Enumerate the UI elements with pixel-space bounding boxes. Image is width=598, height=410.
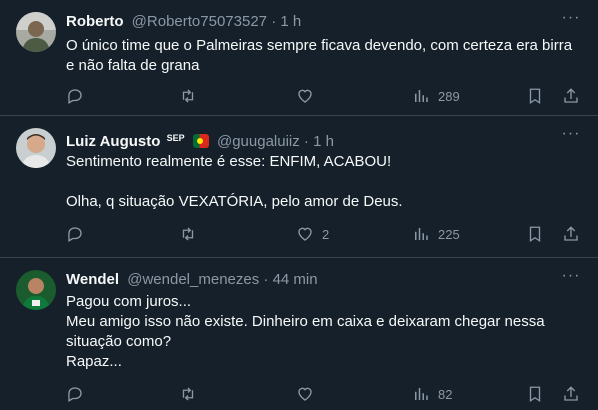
retweet-button[interactable] [179,86,197,106]
avatar[interactable] [16,128,56,168]
share-icon [564,88,578,103]
retweet-icon [182,387,194,401]
avatar[interactable] [16,12,56,52]
author-handle[interactable]: @wendel_menezes [127,271,259,288]
views-icon [415,228,428,240]
like-button[interactable]: 2 [296,224,329,244]
bookmark-button[interactable] [526,86,544,106]
share-icon [564,386,578,401]
more-options-icon[interactable]: ··· [560,10,582,32]
author-name[interactable]: Wendel [66,271,119,288]
views-count: 289 [438,88,460,104]
views-button[interactable]: 225 [412,224,460,244]
retweet-icon [182,227,194,241]
views-icon [415,90,428,102]
timestamp[interactable]: 1 h [313,133,334,150]
tweet-header: Roberto @Roberto75073527 · 1 h [66,12,548,32]
more-options-icon[interactable]: ··· [560,126,582,148]
like-count: 2 [322,226,330,242]
timestamp[interactable]: 1 h [280,13,301,30]
separator: · [263,271,269,288]
views-button[interactable]: 289 [412,86,460,106]
share-button[interactable] [562,224,580,244]
reply-icon [68,89,82,104]
tweet-header: Luiz Augusto SEP @guugaluiiz · 1 h [66,128,548,152]
tweet-actions: 289 [66,86,582,106]
like-button[interactable] [296,384,322,404]
bookmark-button[interactable] [526,224,544,244]
separator: · [271,13,277,30]
author-handle[interactable]: @guugaluiiz [217,133,300,150]
bookmark-icon [529,88,541,105]
views-button[interactable]: 82 [412,384,452,404]
views-icon [415,388,428,400]
tweet-wendel[interactable]: Wendel @wendel_menezes · 44 min ··· Pago… [0,258,598,410]
views-count: 82 [438,386,453,402]
separator: · [303,133,309,150]
views-count: 225 [438,226,460,242]
reply-button[interactable] [66,224,84,244]
tweet-actions: 82 [66,384,582,404]
heart-icon [298,227,312,241]
avatar[interactable] [16,270,56,310]
author-handle[interactable]: @Roberto75073527 [132,13,267,30]
reply-button[interactable] [66,86,84,106]
tweet-luiz-augusto[interactable]: Luiz Augusto SEP @guugaluiiz · 1 h ··· S… [0,116,598,258]
tweet-text: O único time que o Palmeiras sempre fica… [66,37,573,74]
retweet-button[interactable] [179,384,197,404]
reply-icon [68,387,82,402]
share-button[interactable] [562,86,580,106]
reply-button[interactable] [66,384,84,404]
tweet-roberto[interactable]: Roberto @Roberto75073527 · 1 h ··· O úni… [0,0,598,116]
tweet-text: Pagou com juros... Meu amigo isso não ex… [66,293,545,370]
timestamp[interactable]: 44 min [273,271,318,288]
bookmark-icon [529,226,541,243]
tweet-text: Sentimento realmente é esse: ENFIM, ACAB… [66,153,403,210]
more-options-icon[interactable]: ··· [560,268,582,290]
team-badge: SEP [166,133,185,143]
tweet-header: Wendel @wendel_menezes · 44 min [66,270,548,290]
portugal-flag-icon [192,134,209,148]
share-icon [564,226,578,241]
retweet-button[interactable] [179,224,197,244]
bookmark-icon [529,386,541,403]
reply-icon [68,227,82,242]
bookmark-button[interactable] [526,384,544,404]
heart-icon [298,387,312,401]
tweet-actions: 2 225 [66,224,582,244]
author-name[interactable]: Roberto [66,13,124,30]
like-button[interactable] [296,86,322,106]
retweet-icon [182,89,194,103]
share-button[interactable] [562,384,580,404]
heart-icon [298,89,312,103]
author-name[interactable]: Luiz Augusto [66,133,160,150]
